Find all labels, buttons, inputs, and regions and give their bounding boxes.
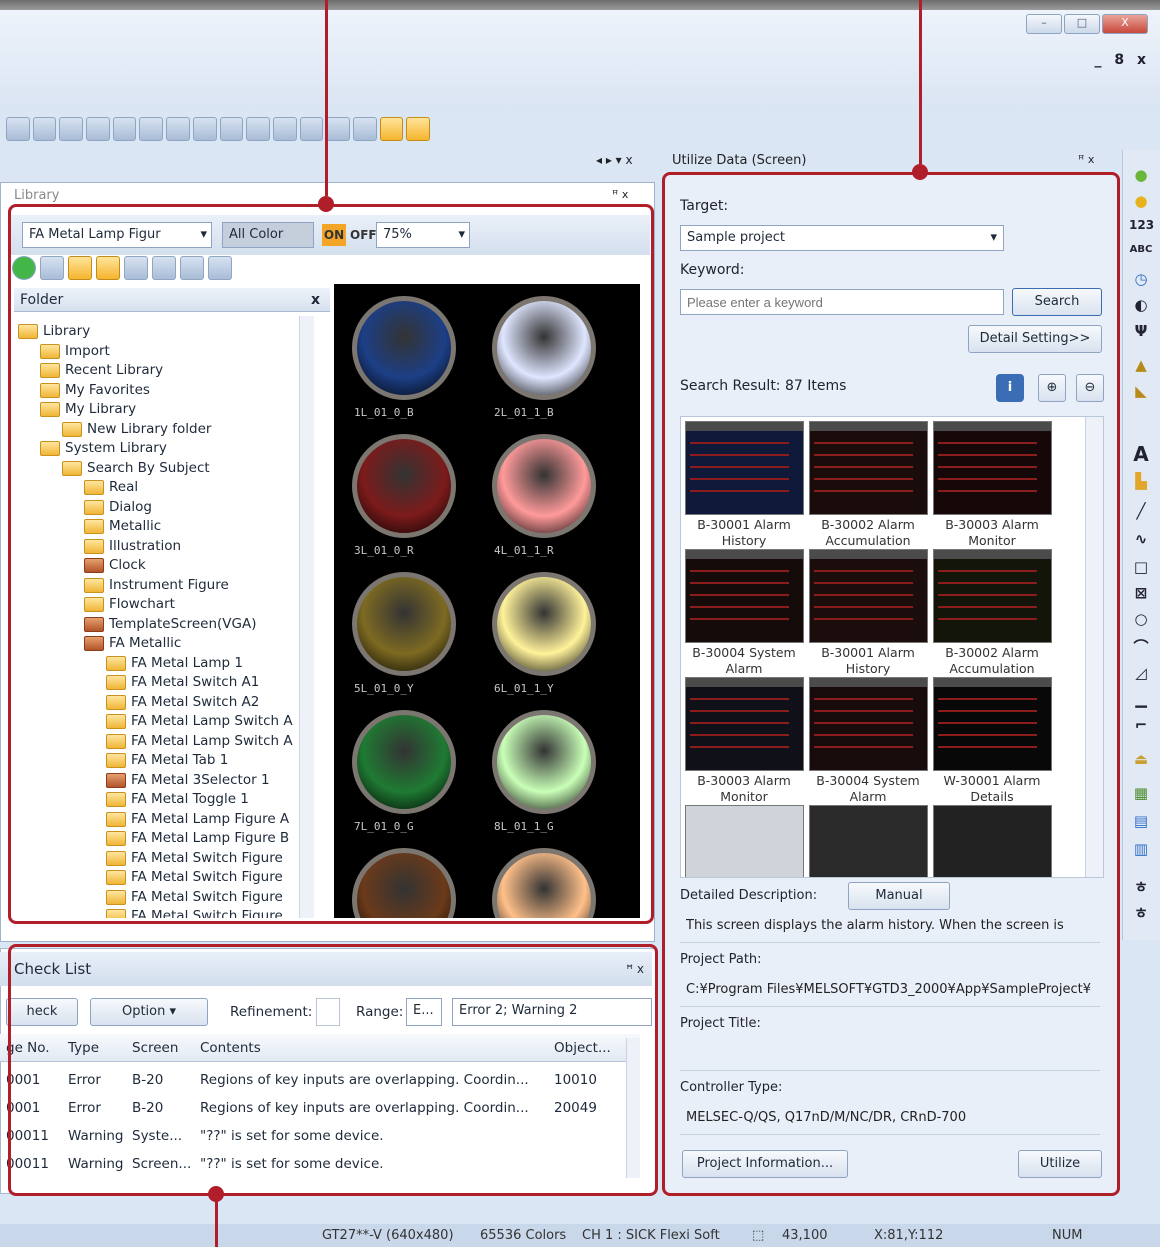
toolbar-icon[interactable] xyxy=(246,117,270,141)
minimize-button[interactable]: – xyxy=(1026,14,1062,34)
callout-line xyxy=(919,0,922,164)
toolbar-icon[interactable] xyxy=(166,117,190,141)
toolbar-icon[interactable] xyxy=(299,117,324,141)
paint-tool-icon[interactable]: ⏏ xyxy=(1129,750,1153,770)
utilize-toggle-icon[interactable] xyxy=(406,117,430,141)
bulb-tool-icon[interactable]: ● xyxy=(1129,192,1153,212)
scale-tool-icon[interactable]: ▁ xyxy=(1129,690,1153,710)
window-controls: – □ X xyxy=(1026,14,1148,34)
library-toggle-icon[interactable] xyxy=(379,117,404,141)
piping-tool-icon[interactable]: ⌐ xyxy=(1129,716,1153,736)
image-tool-icon[interactable]: ▦ xyxy=(1129,784,1153,804)
drawing-toolbox: ● ● 123 ABC ◷ ◐ Ψ ▲ ◣ A ▙ ╱ ∿ □ ⊠ ○ ⌒ ◿ … xyxy=(1122,150,1160,940)
move-tool-icon[interactable]: ◣ xyxy=(1129,382,1153,402)
status-colors: 65536 Colors xyxy=(480,1228,567,1243)
utilize-pin[interactable]: ꟸ x xyxy=(1078,153,1094,166)
toolbar-icon[interactable] xyxy=(112,117,137,141)
numeric-tool-icon[interactable]: 123 xyxy=(1129,218,1154,238)
toolbar-icon[interactable] xyxy=(6,117,30,141)
polyline-tool-icon[interactable]: ∿ xyxy=(1129,530,1153,550)
ie-tool-icon[interactable]: ▥ xyxy=(1129,840,1153,860)
toolbar-icon[interactable] xyxy=(59,117,84,141)
text-tool-icon[interactable]: A xyxy=(1129,442,1153,466)
window-top-edge xyxy=(0,0,1160,10)
status-coords: X:81,Y:112 xyxy=(874,1228,944,1243)
toolbar-icon[interactable] xyxy=(139,117,164,141)
comment-block-icon[interactable]: ▙ xyxy=(1129,472,1153,492)
arc-tool-icon[interactable]: ⌒ xyxy=(1129,636,1153,656)
mdi-controls[interactable]: _ 8 x xyxy=(1094,52,1150,68)
status-device: GT27**-V (640x480) xyxy=(322,1228,454,1243)
main-toolbar xyxy=(0,112,430,146)
callout-utilize-frame xyxy=(662,172,1120,1196)
sector-tool-icon[interactable]: ◿ xyxy=(1129,664,1153,684)
parts-tool-icon[interactable]: ▲ xyxy=(1129,356,1153,376)
library-pin[interactable]: ꟸ x xyxy=(612,188,628,201)
rectangle-tool-icon[interactable]: □ xyxy=(1129,558,1153,578)
ascii-tool-icon[interactable]: ABC xyxy=(1129,244,1153,264)
library-title: Library xyxy=(14,188,60,203)
toolbar-icon[interactable] xyxy=(326,117,350,141)
toolbar-icon[interactable] xyxy=(352,117,377,141)
toolbar-icon[interactable] xyxy=(219,117,244,141)
dock-arrows[interactable]: ◂ ▸ ▾ x xyxy=(596,153,633,167)
clock-tool-icon[interactable]: ◷ xyxy=(1129,270,1153,290)
toolbar-icon[interactable] xyxy=(86,117,110,141)
size-icon: ⬚ xyxy=(752,1228,765,1243)
ungroup-tool-icon[interactable]: ㅎ xyxy=(1129,902,1153,922)
restore-button[interactable]: □ xyxy=(1064,14,1100,34)
utilize-title: Utilize Data (Screen) xyxy=(672,153,807,168)
callout-library-frame xyxy=(8,204,654,924)
switch-tool-icon[interactable]: Ψ xyxy=(1129,322,1153,342)
toolbar-icon[interactable] xyxy=(32,117,57,141)
close-button[interactable]: X xyxy=(1102,14,1148,34)
status-num: NUM xyxy=(1052,1228,1083,1243)
dxf-tool-icon[interactable]: ▤ xyxy=(1129,812,1153,832)
status-channel: CH 1 : SICK Flexi Soft xyxy=(582,1228,720,1243)
status-bar: GT27**-V (640x480) 65536 Colors CH 1 : S… xyxy=(0,1224,1160,1247)
callout-line xyxy=(325,0,328,196)
circle-tool-icon[interactable]: ○ xyxy=(1129,610,1153,630)
line-tool-icon[interactable]: ╱ xyxy=(1129,502,1153,522)
comment-tool-icon[interactable]: ◐ xyxy=(1129,296,1153,316)
toolbar-icon[interactable] xyxy=(272,117,297,141)
status-size: 43,100 xyxy=(782,1228,828,1243)
group-tool-icon[interactable]: ㅎ xyxy=(1129,876,1153,896)
toolbar-icon[interactable] xyxy=(192,117,217,141)
callout-checklist-frame xyxy=(8,944,658,1196)
title-area xyxy=(0,10,1160,110)
callout-line xyxy=(215,1200,218,1247)
polygon-tool-icon[interactable]: ⊠ xyxy=(1129,584,1153,604)
lamp-tool-icon[interactable]: ● xyxy=(1129,166,1153,186)
